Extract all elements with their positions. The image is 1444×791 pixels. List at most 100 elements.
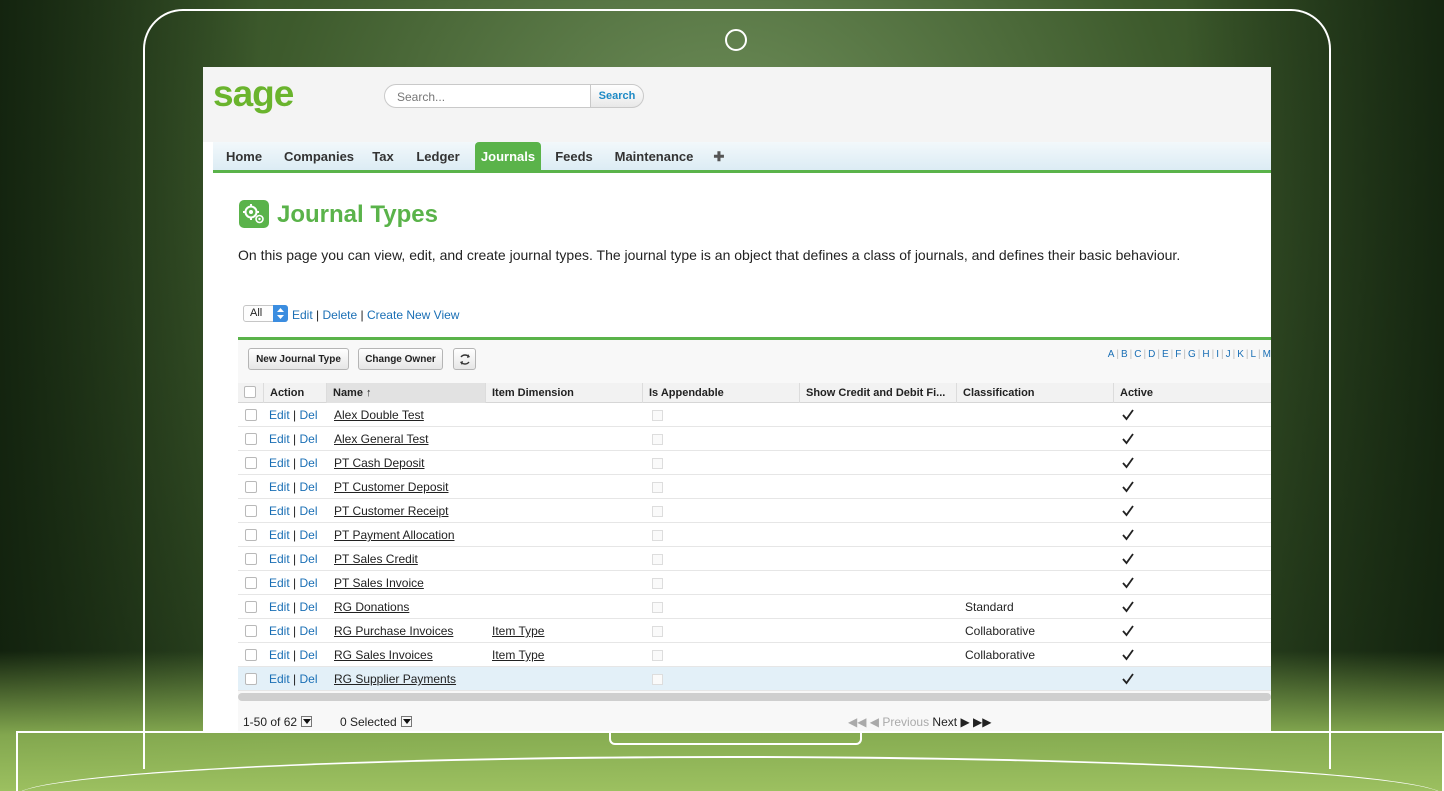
header-show-credit-debit[interactable]: Show Credit and Debit Fi... — [799, 383, 956, 403]
del-link[interactable]: Del — [299, 528, 317, 542]
edit-link[interactable]: Edit — [269, 648, 290, 662]
journal-type-name-link[interactable]: Alex Double Test — [334, 403, 424, 427]
del-link[interactable]: Del — [299, 600, 317, 614]
journal-type-name-link[interactable]: RG Supplier Payments — [334, 667, 456, 691]
view-select[interactable]: All — [243, 305, 288, 322]
tab-ledger[interactable]: Ledger — [409, 142, 467, 170]
item-dimension-link[interactable]: Item Type — [492, 643, 544, 667]
row-checkbox[interactable] — [245, 409, 257, 421]
row-actions: Edit | Del — [269, 403, 318, 427]
row-checkbox[interactable] — [245, 481, 257, 493]
tab-home[interactable]: Home — [219, 142, 269, 170]
del-link[interactable]: Del — [299, 648, 317, 662]
edit-link[interactable]: Edit — [269, 672, 290, 686]
delete-view-link[interactable]: Delete — [322, 308, 357, 322]
change-owner-button[interactable]: Change Owner — [358, 348, 443, 370]
alphabet-letter-d[interactable]: D — [1148, 349, 1155, 360]
journal-type-name-link[interactable]: RG Sales Invoices — [334, 643, 433, 667]
journal-type-name-link[interactable]: PT Customer Receipt — [334, 499, 449, 523]
list-view-panel: New Journal Type Change Owner A | B | C | D | E |… — [238, 337, 1271, 731]
journal-type-name-link[interactable]: RG Donations — [334, 595, 409, 619]
del-link[interactable]: Del — [299, 552, 317, 566]
edit-link[interactable]: Edit — [269, 600, 290, 614]
row-checkbox[interactable] — [245, 601, 257, 613]
row-checkbox[interactable] — [245, 625, 257, 637]
del-link[interactable]: Del — [299, 504, 317, 518]
select-all-checkbox[interactable] — [244, 386, 256, 398]
edit-link[interactable]: Edit — [269, 552, 290, 566]
journal-type-name-link[interactable]: PT Sales Invoice — [334, 571, 424, 595]
row-checkbox[interactable] — [245, 505, 257, 517]
next-page-icon[interactable]: ▶ ▶▶ — [960, 715, 991, 729]
alphabet-letter-f[interactable]: F — [1175, 349, 1181, 360]
new-journal-type-button[interactable]: New Journal Type — [248, 348, 349, 370]
alphabet-separator: | — [1170, 349, 1174, 360]
del-link[interactable]: Del — [299, 624, 317, 638]
del-link[interactable]: Del — [299, 576, 317, 590]
alphabet-letter-a[interactable]: A — [1108, 349, 1115, 360]
del-link[interactable]: Del — [299, 480, 317, 494]
tab-journals[interactable]: Journals — [475, 142, 541, 170]
tab-feeds[interactable]: Feeds — [547, 142, 601, 170]
search-input[interactable]: Search... — [384, 84, 590, 108]
journal-type-name-link[interactable]: PT Cash Deposit — [334, 451, 425, 475]
header-name[interactable]: Name ↑ — [326, 383, 485, 403]
row-checkbox[interactable] — [245, 529, 257, 541]
row-checkbox[interactable] — [245, 553, 257, 565]
alphabet-letter-g[interactable]: G — [1188, 349, 1196, 360]
edit-link[interactable]: Edit — [269, 408, 290, 422]
header-is-appendable[interactable]: Is Appendable — [642, 383, 799, 403]
edit-link[interactable]: Edit — [269, 432, 290, 446]
alphabet-letter-b[interactable]: B — [1121, 349, 1128, 360]
alphabet-letter-i[interactable]: I — [1216, 349, 1219, 360]
item-dimension-link[interactable]: Item Type — [492, 619, 544, 643]
selected-count[interactable]: 0 Selected — [340, 715, 412, 729]
edit-link[interactable]: Edit — [269, 480, 290, 494]
add-tab-icon[interactable]: ✚ — [709, 142, 729, 170]
view-select-value: All — [250, 307, 263, 319]
row-checkbox[interactable] — [245, 577, 257, 589]
header-active[interactable]: Active — [1113, 383, 1271, 403]
tab-companies[interactable]: Companies — [279, 142, 359, 170]
journal-type-name-link[interactable]: PT Customer Deposit — [334, 475, 449, 499]
horizontal-scrollbar[interactable] — [238, 693, 1271, 701]
edit-link[interactable]: Edit — [269, 456, 290, 470]
edit-link[interactable]: Edit — [269, 624, 290, 638]
del-link[interactable]: Del — [299, 432, 317, 446]
refresh-button[interactable] — [453, 348, 476, 370]
search-button[interactable]: Search — [590, 84, 644, 108]
del-link[interactable]: Del — [299, 456, 317, 470]
edit-link[interactable]: Edit — [269, 504, 290, 518]
edit-link[interactable]: Edit — [269, 576, 290, 590]
separator: | — [289, 576, 300, 590]
edit-link[interactable]: Edit — [269, 528, 290, 542]
journal-type-name-link[interactable]: PT Sales Credit — [334, 547, 418, 571]
journal-type-name-link[interactable]: Alex General Test — [334, 427, 429, 451]
alphabet-letter-k[interactable]: K — [1237, 349, 1244, 360]
row-checkbox[interactable] — [245, 673, 257, 685]
alphabet-letter-c[interactable]: C — [1134, 349, 1141, 360]
del-link[interactable]: Del — [299, 408, 317, 422]
del-link[interactable]: Del — [299, 672, 317, 686]
alphabet-letter-j[interactable]: J — [1226, 349, 1231, 360]
alphabet-letter-h[interactable]: H — [1202, 349, 1209, 360]
header-item-dimension[interactable]: Item Dimension — [485, 383, 642, 403]
journal-type-name-link[interactable]: RG Purchase Invoices — [334, 619, 453, 643]
is-appendable-checkbox — [652, 458, 663, 469]
edit-view-link[interactable]: Edit — [292, 308, 313, 322]
row-checkbox[interactable] — [245, 433, 257, 445]
alphabet-letter-m[interactable]: M — [1263, 349, 1271, 360]
tab-maintenance[interactable]: Maintenance — [609, 142, 699, 170]
header-classification[interactable]: Classification — [956, 383, 1113, 403]
create-new-view-link[interactable]: Create New View — [367, 308, 459, 322]
alphabet-separator: | — [1258, 349, 1261, 360]
page-description: On this page you can view, edit, and cre… — [238, 247, 1181, 263]
alphabet-letter-l[interactable]: L — [1250, 349, 1256, 360]
row-checkbox[interactable] — [245, 457, 257, 469]
record-range[interactable]: 1-50 of 62 — [243, 715, 313, 729]
tab-tax[interactable]: Tax — [367, 142, 399, 170]
alphabet-letter-e[interactable]: E — [1162, 349, 1169, 360]
journal-type-name-link[interactable]: PT Payment Allocation — [334, 523, 455, 547]
next-page-link[interactable]: Next — [932, 715, 957, 729]
row-checkbox[interactable] — [245, 649, 257, 661]
